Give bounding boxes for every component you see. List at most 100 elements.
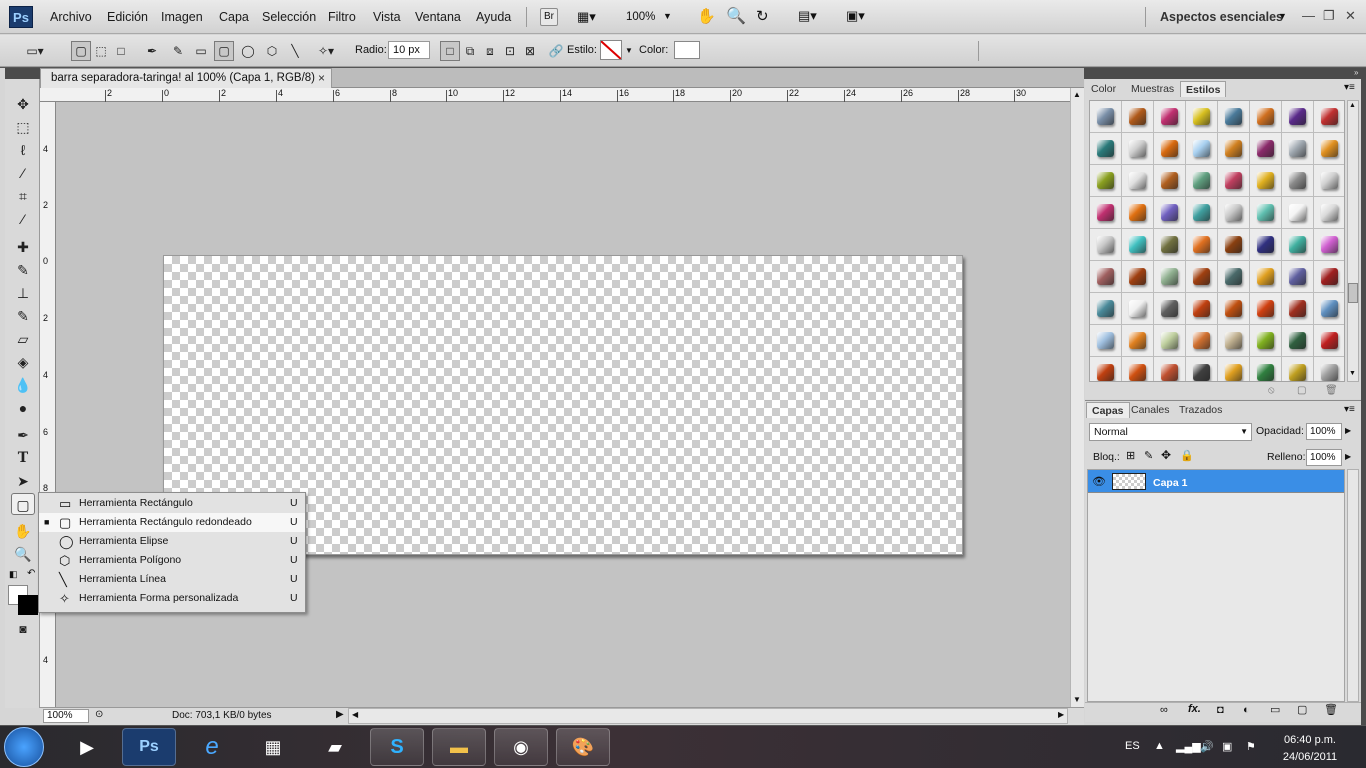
style-swatch[interactable] (1122, 133, 1154, 165)
style-swatch[interactable] (1218, 325, 1250, 357)
style-swatch[interactable] (1090, 165, 1122, 197)
scroll-left-icon[interactable]: ◀ (352, 710, 358, 719)
style-swatch[interactable] (1090, 101, 1122, 133)
paths-button[interactable]: ⬚ (91, 41, 111, 61)
style-swatch[interactable] (1186, 229, 1218, 261)
tab-muestras[interactable]: Muestras (1126, 81, 1179, 97)
color-swatch[interactable] (674, 41, 700, 59)
close-icon[interactable]: ✕ (1345, 8, 1356, 24)
vertical-scrollbar[interactable] (1070, 88, 1084, 707)
dodge-tool-icon[interactable]: ● (11, 397, 35, 419)
menu-ventana[interactable]: Ventana (415, 10, 461, 24)
view-extras-icon[interactable]: ▦▾ (577, 9, 596, 25)
radius-input[interactable]: 10 px (388, 41, 430, 59)
scroll-up-icon[interactable]: ▲ (1073, 90, 1081, 99)
new-shape-layer-icon[interactable]: □ (440, 41, 460, 61)
intersect-shape-icon[interactable]: ⊡ (500, 41, 520, 61)
style-swatch[interactable] (1154, 165, 1186, 197)
history-brush-tool-icon[interactable]: ✎ (11, 305, 35, 327)
style-swatch[interactable] (1090, 357, 1122, 381)
tool-preset-picker[interactable]: ▭▾ (23, 41, 47, 61)
style-swatch[interactable] (1154, 101, 1186, 133)
style-swatch[interactable] (1090, 229, 1122, 261)
opacity-slider-arrow-icon[interactable]: ▶ (1345, 426, 1351, 435)
paint-bucket-tool-icon[interactable]: ◈ (11, 351, 35, 373)
style-swatch[interactable] (1186, 261, 1218, 293)
show-hidden-icons-icon[interactable]: ▲ (1154, 740, 1165, 752)
restore-icon[interactable]: ❐ (1323, 8, 1335, 24)
style-swatch[interactable] (1282, 101, 1314, 133)
menu-ayuda[interactable]: Ayuda (476, 10, 511, 24)
tab-estilos[interactable]: Estilos (1180, 81, 1227, 97)
path-selection-tool-icon[interactable]: ➤ (11, 470, 35, 492)
style-swatch[interactable] (1250, 197, 1282, 229)
bridge-button[interactable]: Br (540, 8, 558, 26)
lock-all-icon[interactable]: 🔒 (1180, 449, 1194, 462)
style-swatch[interactable] (1314, 325, 1344, 357)
rotate-view-icon[interactable]: ↻ (756, 7, 769, 25)
blur-tool-icon[interactable]: 💧 (11, 374, 35, 396)
style-swatch[interactable] (1186, 133, 1218, 165)
style-swatch[interactable] (1154, 133, 1186, 165)
device-icon[interactable]: ▣ (1222, 740, 1232, 753)
style-swatch[interactable] (1314, 165, 1344, 197)
arrange-documents-icon[interactable]: ▤▾ (798, 8, 817, 24)
move-tool-icon[interactable]: ✥ (11, 93, 35, 115)
styles-scroll-thumb[interactable] (1348, 283, 1358, 303)
styles-scroll-up-icon[interactable]: ▲ (1349, 102, 1356, 109)
healing-brush-tool-icon[interactable]: ✚ (11, 236, 35, 258)
document-close-icon[interactable]: × (318, 71, 325, 85)
style-swatch[interactable] (1282, 293, 1314, 325)
workspace-switcher[interactable]: Aspectos esenciales (1160, 10, 1283, 24)
new-group-icon[interactable]: ▭ (1270, 703, 1280, 716)
style-swatch[interactable] (1090, 197, 1122, 229)
style-swatch[interactable] (1218, 261, 1250, 293)
link-layers-icon[interactable]: ∞ (1160, 704, 1168, 716)
link-icon[interactable]: 🔗 (546, 41, 566, 61)
file-explorer-icon[interactable]: ▬ (432, 728, 486, 766)
language-indicator[interactable]: ES (1125, 740, 1140, 752)
marquee-tool-icon[interactable]: ⬚ (11, 116, 35, 138)
style-swatch[interactable] (1090, 133, 1122, 165)
crop-tool-icon[interactable]: ⌗ (11, 185, 35, 207)
clock-time[interactable]: 06:40 p.m. (1280, 734, 1340, 746)
styles-panel-menu-icon[interactable]: ▾≡ (1344, 82, 1355, 93)
style-swatch[interactable] (1314, 261, 1344, 293)
menu-capa[interactable]: Capa (219, 10, 249, 24)
new-layer-icon[interactable]: ▢ (1297, 703, 1307, 716)
menu-imagen[interactable]: Imagen (161, 10, 203, 24)
style-swatch[interactable] (1250, 293, 1282, 325)
tab-canales[interactable]: Canales (1126, 402, 1175, 418)
style-swatch[interactable] (1122, 357, 1154, 381)
network-icon[interactable]: ▂▄▆ (1176, 740, 1201, 753)
style-swatch[interactable] (1282, 357, 1314, 381)
opacity-input[interactable]: 100% (1306, 423, 1342, 440)
notepad-icon[interactable]: ▰ (308, 728, 362, 766)
style-swatch[interactable] (1314, 293, 1344, 325)
magic-wand-tool-icon[interactable]: ⁄ (11, 162, 35, 184)
internet-explorer-icon[interactable]: e (185, 728, 239, 766)
swap-colors-icon[interactable]: ↶ (27, 568, 35, 579)
adjustment-layer-icon[interactable]: ◐ (1243, 704, 1250, 716)
style-swatch[interactable] (1154, 229, 1186, 261)
style-swatch[interactable] (1218, 165, 1250, 197)
menu-filtro[interactable]: Filtro (328, 10, 356, 24)
default-colors-icon[interactable]: ◧ (9, 569, 18, 580)
style-swatch[interactable] (1090, 293, 1122, 325)
style-swatch[interactable] (1314, 197, 1344, 229)
menu-vista[interactable]: Vista (373, 10, 401, 24)
status-zoom-field[interactable]: 100% (43, 709, 89, 723)
custom-shape-icon[interactable]: ✧▾ (311, 41, 341, 61)
style-swatch[interactable] (1250, 133, 1282, 165)
menu-archivo[interactable]: Archivo (50, 10, 92, 24)
style-swatch[interactable] (1218, 229, 1250, 261)
style-swatch[interactable] (1186, 101, 1218, 133)
style-swatch[interactable] (1186, 165, 1218, 197)
minimize-icon[interactable]: — (1302, 8, 1315, 23)
panel-dock-header[interactable] (1084, 68, 1366, 79)
style-swatch[interactable] (1122, 197, 1154, 229)
style-swatch[interactable] (1250, 165, 1282, 197)
tab-capas[interactable]: Capas (1086, 402, 1130, 418)
style-swatch[interactable] (1154, 293, 1186, 325)
new-style-icon[interactable]: ▢ (1297, 385, 1306, 396)
